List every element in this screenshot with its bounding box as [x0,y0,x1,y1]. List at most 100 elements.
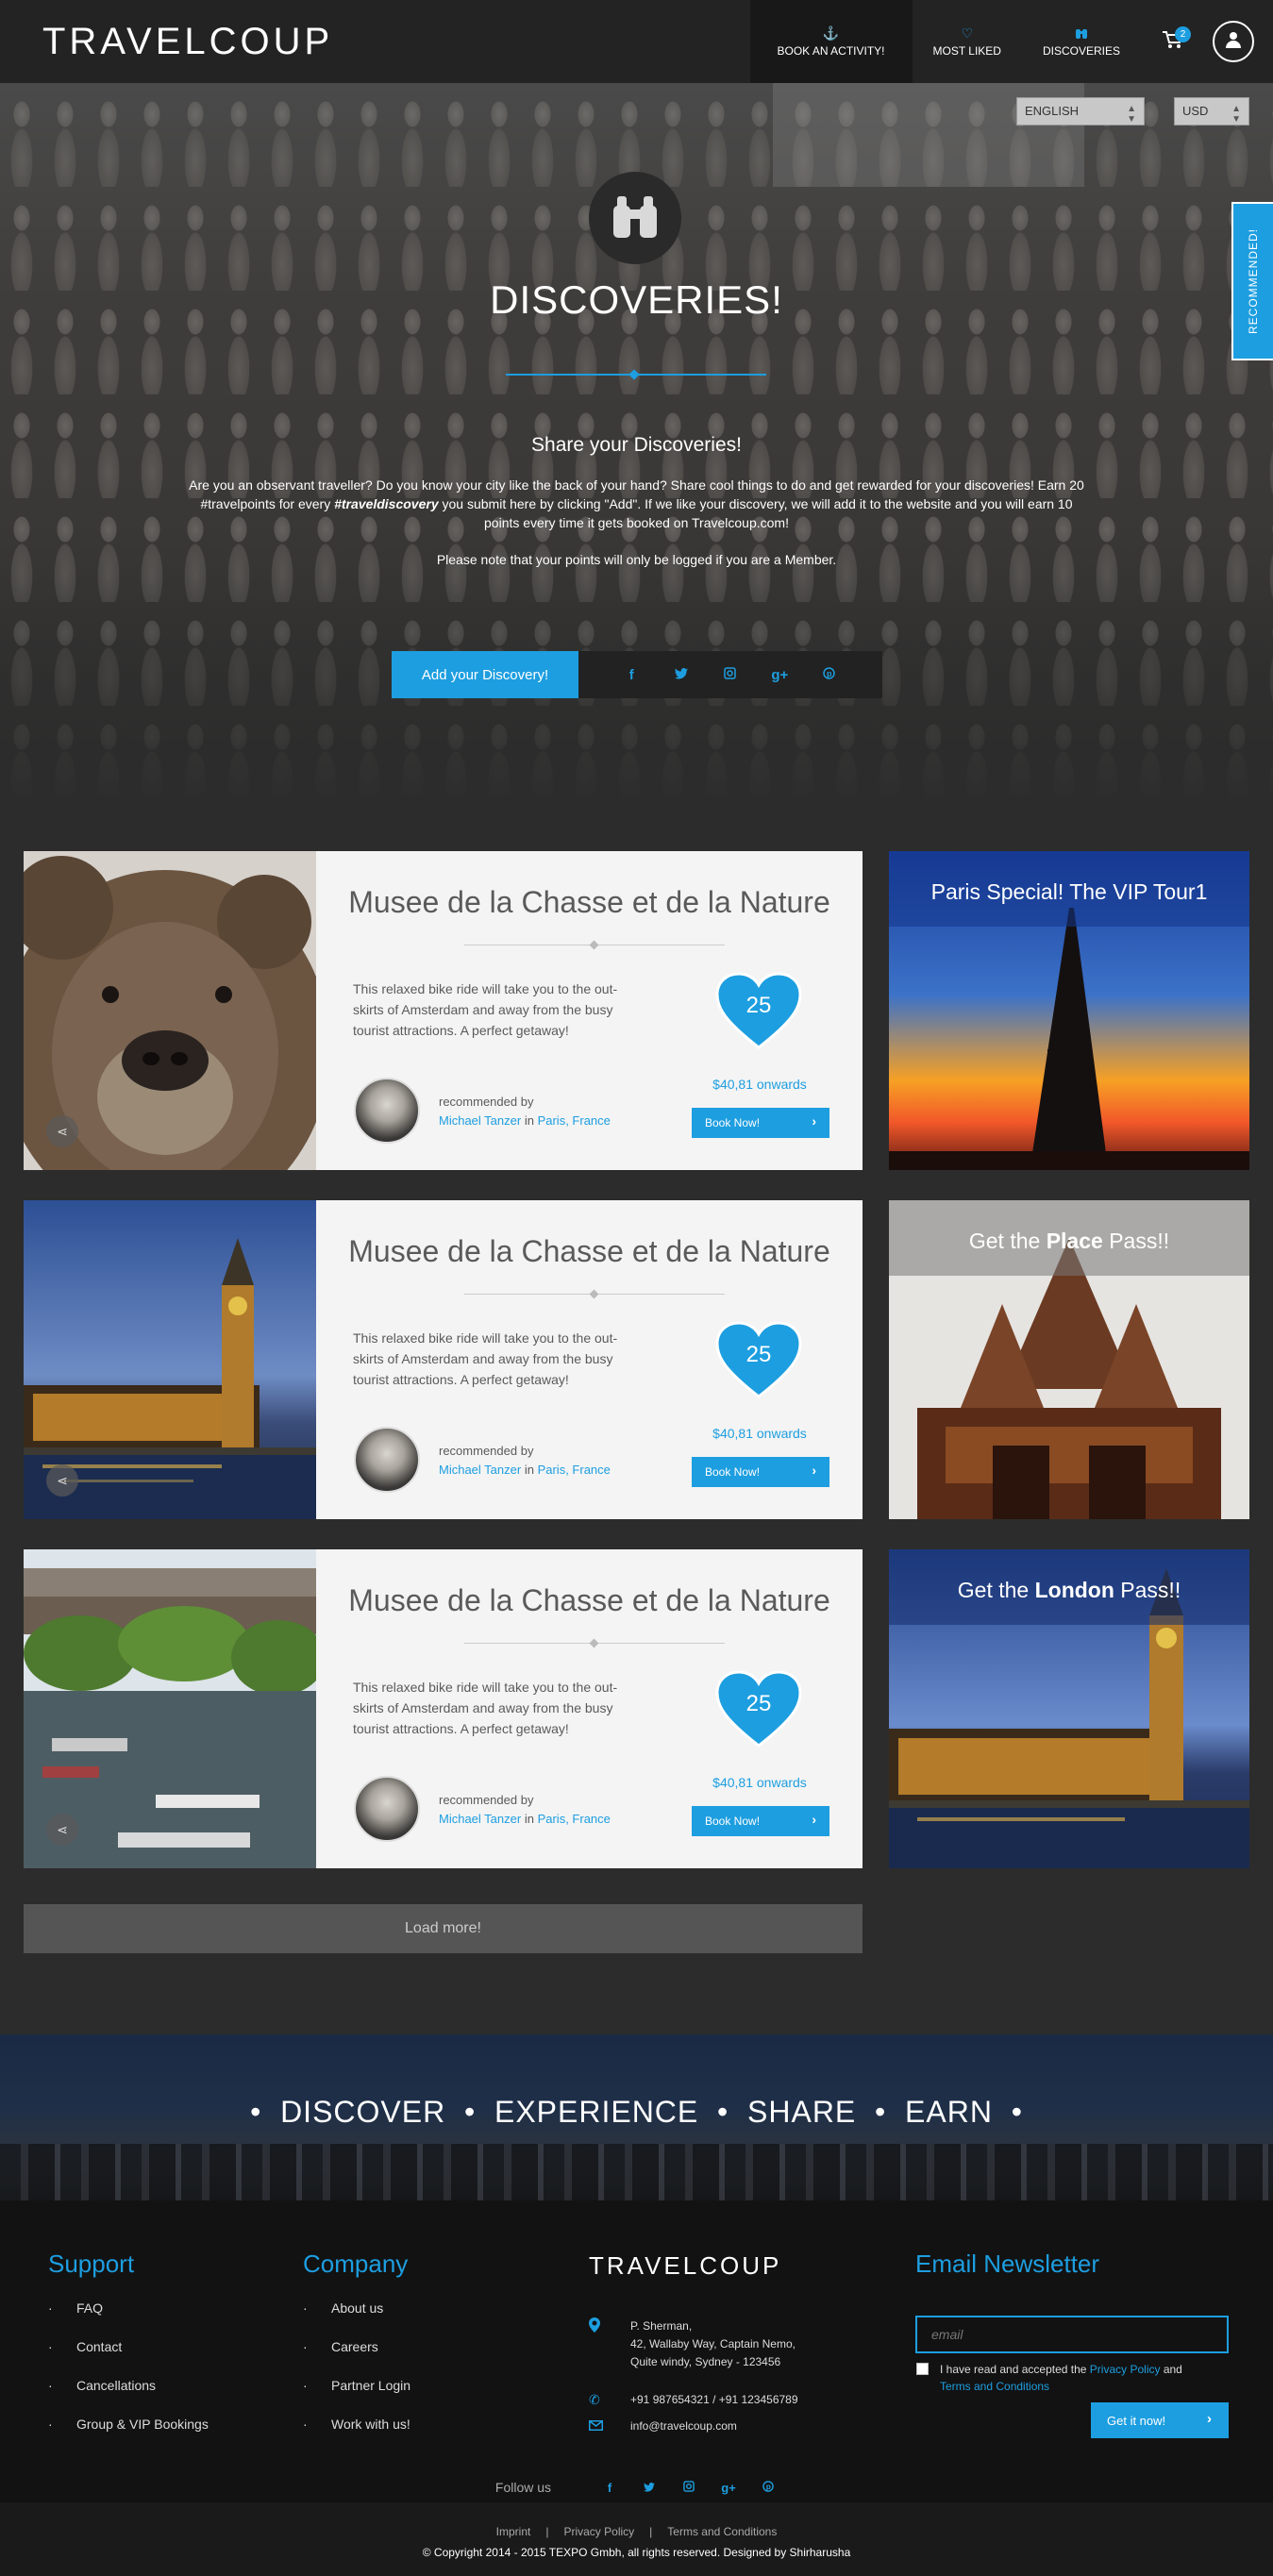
hero-subtitle: Share your Discoveries! [531,434,742,456]
footer-link[interactable]: · Group & VIP Bookings [48,2417,209,2455]
cart-button[interactable]: 2 [1141,0,1203,83]
terms-checkbox[interactable] [916,2363,929,2375]
discovery-title[interactable]: Musee de la Chasse et de la Nature [316,1583,863,1618]
book-now-button[interactable]: Book Now! › [692,1108,829,1138]
discovery-card: ⋖ Musee de la Chasse et de la Nature Thi… [24,1200,863,1519]
top-header: TRAVELCOUP ⚓ BOOK AN ACTIVITY! ♡ MOST LI… [0,0,1273,83]
footer-link[interactable]: · Work with us! [303,2417,410,2455]
facebook-icon[interactable]: f [622,667,641,683]
discovery-title[interactable]: Musee de la Chasse et de la Nature [316,885,863,920]
discovery-description: This relaxed bike ride will take you to … [353,981,618,1038]
language-select[interactable]: ENGLISH ▲ ▼ [1016,97,1145,125]
address-line: Quite windy, Sydney - 123456 [630,2355,781,2368]
bullet: · [303,2339,308,2354]
imprint-link[interactable]: Imprint [496,2525,531,2538]
bullet: · [303,2417,308,2432]
company-links: · About us · Careers · Partner Login · Work … [303,2300,410,2455]
recommended-by: recommended by Michael Tanzer in Paris, … [439,1442,611,1480]
discovery-title[interactable]: Musee de la Chasse et de la Nature [316,1234,863,1269]
pinterest-icon[interactable]: p [759,2480,778,2495]
load-more-button[interactable]: Load more! [24,1904,863,1953]
facebook-icon[interactable]: f [600,2481,619,2495]
recommended-side-tab[interactable]: RECOMMENDED! [1231,202,1273,360]
promo-tile-paris[interactable]: Paris Special! The VIP Tour1 [889,851,1249,1170]
recommender-link[interactable]: Michael Tanzer [439,1463,521,1477]
company-heading: Company [303,2250,409,2278]
newsletter-email-input[interactable] [915,2316,1229,2353]
avatar[interactable] [354,1776,420,1842]
promo-title: Get the Place Pass!! [889,1200,1249,1276]
follow-us-bar: Follow us f g+ p [0,2480,1273,2495]
footer-link[interactable]: · Contact [48,2339,209,2378]
newsletter-heading: Email Newsletter [915,2250,1100,2278]
email-link[interactable]: info@travelcoup.com [630,2417,737,2435]
chevron-right-icon: › [812,1463,816,1478]
location-link[interactable]: Paris, France [538,1463,611,1477]
pinterest-icon[interactable]: p [820,666,839,683]
footer-link[interactable]: · FAQ [48,2300,209,2339]
google-plus-icon[interactable]: g+ [770,667,789,683]
avatar[interactable] [354,1427,420,1493]
divider-diamond [589,1638,599,1648]
price-label: $40,81 onwards [712,1426,807,1441]
location-link[interactable]: Paris, France [538,1113,611,1128]
map-pin-icon [589,2317,600,2337]
share-icon[interactable]: ⋖ [46,1464,78,1497]
phone-numbers[interactable]: +91 987654321 / +91 123456789 [630,2391,798,2409]
legal-links: Imprint | Privacy Policy | Terms and Conditi… [0,2525,1273,2538]
avatar[interactable] [354,1078,420,1144]
discovery-photo-bear[interactable]: ⋖ [24,851,316,1170]
likes-count: 25 [745,1691,772,1716]
footer-link[interactable]: · Cancellations [48,2378,209,2417]
share-icon[interactable]: ⋖ [46,1115,78,1147]
promo-title-post: Pass!! [1114,1578,1181,1602]
address-line: P. Sherman, [630,2319,693,2333]
footer-link-label: Careers [331,2339,378,2354]
newsletter-submit-button[interactable]: Get it now! › [1091,2402,1229,2438]
recommended-by: recommended by Michael Tanzer in Paris, … [439,1791,611,1829]
privacy-policy-link[interactable]: Privacy Policy [1090,2363,1161,2376]
terms-link[interactable]: Terms and Conditions [667,2525,777,2538]
promo-title-bold: Place [1046,1229,1103,1253]
terms-conditions-link[interactable]: Terms and Conditions [940,2380,1049,2393]
divider-diamond [589,940,599,950]
add-discovery-button[interactable]: Add your Discovery! [392,651,578,698]
footer-link[interactable]: · Partner Login [303,2378,410,2417]
promo-tile-place[interactable]: Get the Place Pass!! [889,1200,1249,1519]
book-now-button[interactable]: Book Now! › [692,1806,829,1836]
twitter-icon[interactable] [672,667,691,683]
discovery-card: ⋖ Musee de la Chasse et de la Nature Thi… [24,851,863,1170]
recommender-link[interactable]: Michael Tanzer [439,1113,521,1128]
slogan-banner: • DISCOVER • EXPERIENCE • SHARE • EARN • [0,2034,1273,2200]
page-title: DISCOVERIES! [490,277,783,322]
footer-logo[interactable]: TRAVELCOUP [589,2251,781,2281]
nav-discoveries[interactable]: DISCOVERIES [1022,0,1141,83]
logo[interactable]: TRAVELCOUP [42,21,333,63]
nav-most-liked[interactable]: ♡ MOST LIKED [913,0,1022,83]
nav-book-activity[interactable]: ⚓ BOOK AN ACTIVITY! [749,0,913,83]
book-now-button[interactable]: Book Now! › [692,1457,829,1487]
google-plus-icon[interactable]: g+ [719,2481,738,2495]
recommender-link[interactable]: Michael Tanzer [439,1812,521,1826]
location-link[interactable]: Paris, France [538,1812,611,1826]
promo-tile-london[interactable]: Get the London Pass!! [889,1549,1249,1868]
user-icon [1224,30,1243,54]
bullet: • [1011,2095,1023,2129]
instagram-icon[interactable] [721,666,740,683]
instagram-icon[interactable] [679,2480,698,2495]
footer-link[interactable]: · Careers [303,2339,410,2378]
user-account-button[interactable] [1213,21,1254,62]
twitter-icon[interactable] [640,2481,659,2495]
address-line: 42, Wallaby Way, Captain Nemo, [630,2337,796,2350]
discovery-photo-big-ben[interactable]: ⋖ [24,1200,316,1519]
discovery-photo-amsterdam[interactable]: ⋖ [24,1549,316,1868]
share-icon[interactable]: ⋖ [46,1814,78,1846]
privacy-policy-link[interactable]: Privacy Policy [563,2525,634,2538]
price-label: $40,81 onwards [712,1775,807,1790]
support-heading: Support [48,2250,135,2278]
footer-link[interactable]: · About us [303,2300,410,2339]
footer-link-label: About us [331,2300,384,2316]
link-separator: | [649,2525,653,2538]
recommended-tab-label: RECOMMENDED! [1247,227,1261,335]
currency-select[interactable]: USD ▲ ▼ [1174,97,1249,125]
